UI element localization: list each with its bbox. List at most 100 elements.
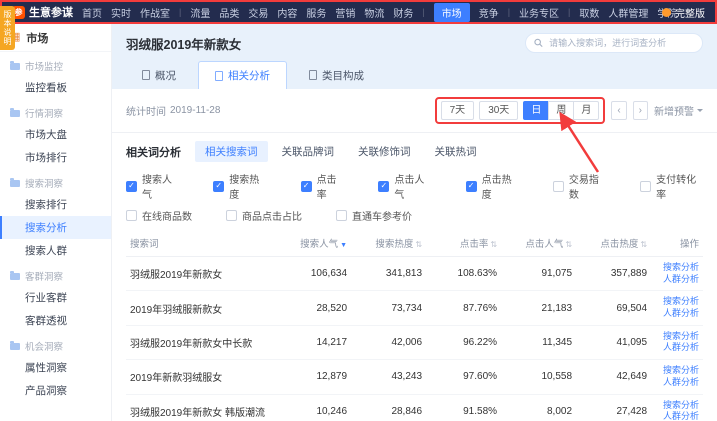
analysis-tab[interactable]: 相关搜索词	[195, 141, 268, 162]
action-link[interactable]: 人群分析	[655, 411, 699, 421]
checkbox-icon[interactable]	[126, 210, 137, 221]
column-header[interactable]: 点击人气⇅	[501, 230, 576, 257]
sidebar-item[interactable]: 客群透视	[0, 309, 111, 332]
top-nav-item[interactable]: 实时	[111, 5, 131, 20]
app-logo[interactable]: 参 生意参谋	[12, 4, 73, 20]
top-nav-item[interactable]: 交易	[248, 5, 268, 20]
metric-checkbox[interactable]: 商品点击占比	[226, 208, 302, 223]
sidebar-item[interactable]: 属性洞察	[0, 356, 111, 379]
action-link[interactable]: 搜索分析	[655, 400, 699, 412]
top-nav-item[interactable]: 市场	[434, 3, 470, 22]
cell-value: 96.22%	[426, 325, 501, 359]
related-words-table: 搜索词搜索人气▼搜索热度⇅点击率⇅点击人气⇅点击热度⇅操作 羽绒服2019年新款…	[126, 230, 703, 421]
metric-checkbox[interactable]: ✓点击率	[301, 171, 345, 201]
plan-badge[interactable]: 完整版	[662, 5, 705, 20]
sidebar-item[interactable]: 行业客群	[0, 286, 111, 309]
action-link[interactable]: 搜索分析	[655, 296, 699, 308]
cell-value: 43,243	[351, 360, 426, 394]
top-nav-item[interactable]: 业务专区	[519, 5, 559, 20]
analysis-tab[interactable]: 关联品牌词	[272, 141, 345, 162]
sort-icon[interactable]: ⇅	[640, 240, 647, 249]
top-nav-item[interactable]: 物流	[364, 5, 384, 20]
top-nav-item[interactable]: 品类	[219, 5, 239, 20]
metric-checkbox[interactable]: ✓点击人气	[378, 171, 431, 201]
granularity-button[interactable]: 周	[548, 101, 574, 120]
top-nav-item[interactable]: 竞争	[479, 5, 499, 20]
metric-label: 直通车参考价	[352, 208, 412, 223]
page-tab[interactable]: 概况	[126, 61, 192, 89]
top-nav-item[interactable]: 营销	[335, 5, 355, 20]
action-link[interactable]: 人群分析	[655, 308, 699, 320]
action-link[interactable]: 人群分析	[655, 377, 699, 389]
top-nav-item[interactable]: 财务	[393, 5, 413, 20]
new-alert-link[interactable]: 新增预警	[654, 103, 703, 118]
page-tab-label: 概况	[155, 68, 176, 83]
version-ribbon[interactable]: 版本说明	[0, 6, 15, 50]
sidebar-group-text: 客群洞察	[25, 269, 63, 283]
analysis-tab[interactable]: 关联修饰词	[348, 141, 421, 162]
metric-checkbox[interactable]: 直通车参考价	[336, 208, 412, 223]
column-header[interactable]: 搜索词	[126, 230, 276, 257]
column-header[interactable]: 点击率⇅	[426, 230, 501, 257]
metric-checkbox[interactable]: 交易指数	[553, 171, 606, 201]
sidebar-item[interactable]: 监控看板	[0, 76, 111, 99]
checkbox-icon[interactable]	[226, 210, 237, 221]
checkbox-icon[interactable]: ✓	[213, 181, 224, 192]
checkbox-icon[interactable]: ✓	[466, 181, 477, 192]
column-header[interactable]: 操作	[651, 230, 703, 257]
metric-checkbox[interactable]: ✓搜索热度	[213, 171, 266, 201]
section-title: 相关词分析	[126, 144, 181, 160]
checkbox-icon[interactable]: ✓	[301, 181, 312, 192]
column-header[interactable]: 点击热度⇅	[576, 230, 651, 257]
page-tab[interactable]: 类目构成	[293, 61, 380, 89]
metric-checkbox[interactable]: 支付转化率	[640, 171, 703, 201]
sort-icon[interactable]: ⇅	[490, 240, 497, 249]
range-button[interactable]: 7天	[441, 101, 475, 120]
granularity-button[interactable]: 日	[523, 101, 549, 120]
checkbox-icon[interactable]	[553, 181, 564, 192]
cell-value: 357,889	[576, 257, 651, 291]
folder-icon	[10, 180, 20, 187]
sidebar-item[interactable]: 搜索人群	[0, 239, 111, 262]
action-link[interactable]: 搜索分析	[655, 365, 699, 377]
metric-checkbox[interactable]: ✓搜索人气	[126, 171, 179, 201]
sort-desc-icon[interactable]: ▼	[340, 242, 347, 249]
metric-label: 点击热度	[482, 171, 519, 201]
page-tab[interactable]: 相关分析	[198, 61, 287, 89]
search-box[interactable]	[525, 33, 703, 53]
new-alert-label: 新增预警	[654, 103, 694, 118]
top-nav-item[interactable]: 首页	[82, 5, 102, 20]
search-input[interactable]	[547, 37, 694, 49]
metric-row: ✓搜索人气✓搜索热度✓点击率✓点击人气✓点击热度交易指数支付转化率	[126, 171, 703, 201]
sidebar-item[interactable]: 搜索排行	[0, 193, 111, 216]
top-nav-item[interactable]: 取数	[579, 5, 599, 20]
next-period-button[interactable]: ›	[633, 101, 648, 120]
top-nav-item[interactable]: 人群管理	[608, 5, 648, 20]
checkbox-icon[interactable]	[640, 181, 651, 192]
granularity-button[interactable]: 月	[573, 101, 599, 120]
action-link[interactable]: 人群分析	[655, 274, 699, 286]
sidebar-item[interactable]: 产品洞察	[0, 379, 111, 402]
action-link[interactable]: 人群分析	[655, 342, 699, 354]
top-nav-item[interactable]: 服务	[306, 5, 326, 20]
analysis-tab[interactable]: 关联热词	[425, 141, 487, 162]
prev-period-button[interactable]: ‹	[611, 101, 626, 120]
top-nav-item[interactable]: 内容	[277, 5, 297, 20]
top-nav-item[interactable]: 流量	[190, 5, 210, 20]
sort-icon[interactable]: ⇅	[415, 240, 422, 249]
action-link[interactable]: 搜索分析	[655, 331, 699, 343]
metric-checkbox[interactable]: 在线商品数	[126, 208, 192, 223]
checkbox-icon[interactable]: ✓	[378, 181, 389, 192]
top-nav-item[interactable]: 作战室	[140, 5, 170, 20]
checkbox-icon[interactable]: ✓	[126, 181, 137, 192]
sidebar-item[interactable]: 市场大盘	[0, 123, 111, 146]
action-link[interactable]: 搜索分析	[655, 262, 699, 274]
metric-checkbox[interactable]: ✓ 点击热度	[466, 171, 519, 201]
range-button[interactable]: 30天	[479, 101, 518, 120]
sidebar-item[interactable]: 市场排行	[0, 146, 111, 169]
checkbox-icon[interactable]	[336, 210, 347, 221]
sidebar-item[interactable]: 搜索分析	[0, 216, 111, 239]
column-header[interactable]: 搜索人气▼	[276, 230, 351, 257]
sort-icon[interactable]: ⇅	[565, 240, 572, 249]
column-header[interactable]: 搜索热度⇅	[351, 230, 426, 257]
